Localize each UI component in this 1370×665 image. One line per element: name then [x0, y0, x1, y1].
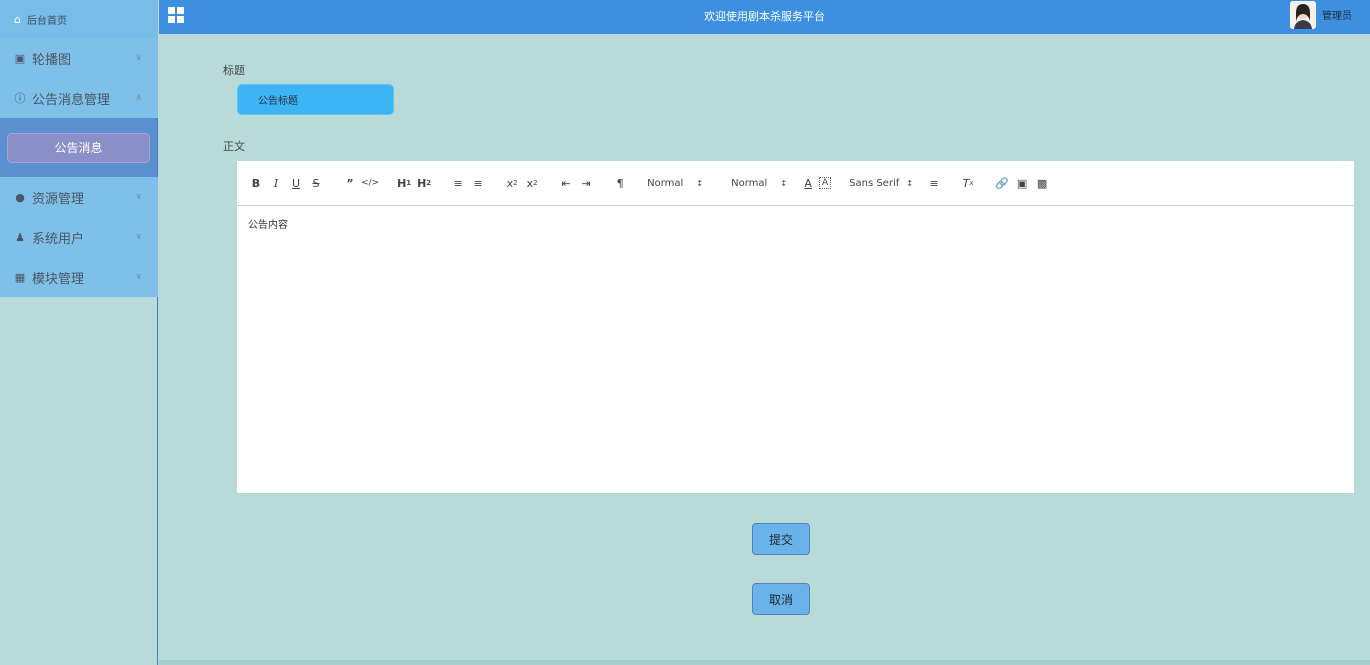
strikethrough-icon[interactable]: S [307, 174, 325, 192]
header-select-value: Normal [731, 177, 768, 189]
text-color-icon[interactable]: A [799, 174, 817, 192]
outdent-icon[interactable]: ⇤ [557, 174, 575, 192]
pin-icon: ● [15, 190, 25, 204]
sidebar-item-modules[interactable]: ▦ 模块管理 ∨ [0, 257, 158, 297]
size-select-value: Normal [647, 177, 684, 189]
image-icon: ▣ [14, 51, 26, 65]
grid-icon: ▦ [14, 270, 26, 284]
image-insert-icon[interactable]: ▣ [1013, 174, 1031, 192]
home-icon: ⌂ [14, 12, 21, 26]
underline-icon[interactable]: U [287, 174, 305, 192]
submenu: 公告消息 [0, 118, 157, 177]
sidebar-item-label: 系统用户 [32, 231, 85, 247]
sidebar-item-carousel[interactable]: ▣ 轮播图 ∨ [0, 38, 158, 78]
chevron-down-icon: ∨ [135, 272, 142, 282]
header-select[interactable]: Normal ↕ [725, 174, 793, 192]
title-label: 标题 [223, 64, 245, 77]
indent-icon[interactable]: ⇥ [577, 174, 595, 192]
user-icon: ♟ [15, 230, 25, 244]
font-select-value: Sans Serif [849, 177, 900, 189]
info-circle-icon: ⓘ [14, 92, 26, 105]
select-arrows-icon: ↕ [906, 178, 914, 188]
user-name[interactable]: 管理员 [1322, 0, 1352, 34]
sidebar-menu-lower: ● 资源管理 ∨ ♟ 系统用户 ∨ ▦ 模块管理 ∨ [0, 177, 158, 297]
italic-icon[interactable]: I [267, 174, 285, 192]
title-input[interactable] [237, 84, 394, 115]
bullet-list-icon[interactable]: ≡ [469, 174, 487, 192]
main-content: 标题 正文 B I U S ” </> H1 H2 ≡ ≡ x2 x2 ⇤ ⇥ … [165, 40, 1370, 660]
chevron-up-icon: ∧ [135, 93, 142, 103]
align-icon[interactable]: ≡ [925, 174, 943, 192]
page-title: 欢迎使用剧本杀服务平台 [704, 10, 825, 23]
sidebar-item-label: 轮播图 [32, 52, 72, 68]
sidebar-item-resources[interactable]: ● 资源管理 ∨ [0, 177, 158, 217]
header1-icon[interactable]: H1 [395, 174, 413, 192]
header2-icon[interactable]: H2 [415, 174, 433, 192]
sidebar-item-announcement-management[interactable]: ⓘ 公告消息管理 ∧ [0, 78, 158, 118]
editor-content[interactable]: 公告内容 [237, 206, 1354, 492]
text-direction-icon[interactable]: ¶ [611, 174, 629, 192]
select-arrows-icon: ↕ [780, 178, 788, 188]
font-select[interactable]: Sans Serif ↕ [843, 174, 919, 192]
submit-button[interactable]: 提交 [752, 523, 810, 555]
sidebar-item-label: 模块管理 [32, 271, 85, 287]
bold-icon[interactable]: B [247, 174, 265, 192]
sidebar-item-home[interactable]: ⌂ 后台首页 [0, 0, 158, 38]
chevron-down-icon: ∨ [135, 232, 142, 242]
editor-toolbar: B I U S ” </> H1 H2 ≡ ≡ x2 x2 ⇤ ⇥ ¶ Norm… [237, 161, 1354, 206]
background-color-icon[interactable]: A [819, 177, 832, 189]
chevron-down-icon: ∨ [135, 192, 142, 202]
code-icon[interactable]: </> [361, 174, 379, 192]
chevron-down-icon: ∨ [135, 53, 142, 63]
blockquote-icon[interactable]: ” [341, 174, 359, 192]
clear-format-icon[interactable]: Tx [959, 174, 977, 192]
sidebar-item-system-users[interactable]: ♟ 系统用户 ∨ [0, 217, 158, 257]
select-arrows-icon: ↕ [696, 178, 704, 188]
sidebar-item-label: 后台首页 [26, 15, 67, 27]
header: 欢迎使用剧本杀服务平台 管理员 [159, 0, 1370, 34]
sidebar-subitem-announcement[interactable]: 公告消息 [7, 132, 150, 163]
video-icon[interactable]: ▩ [1033, 174, 1051, 192]
sidebar-menu: ⌂ 后台首页 ▣ 轮播图 ∨ ⓘ 公告消息管理 ∧ [0, 0, 158, 118]
sidebar-item-label: 公告消息管理 [32, 92, 111, 108]
link-icon[interactable]: 🔗 [993, 174, 1011, 192]
sidebar: ⌂ 后台首页 ▣ 轮播图 ∨ ⓘ 公告消息管理 ∧ 公告消息 ● 资源管理 ∨ … [0, 0, 158, 665]
ordered-list-icon[interactable]: ≡ [449, 174, 467, 192]
bottom-strip [159, 660, 1370, 665]
rich-text-editor: B I U S ” </> H1 H2 ≡ ≡ x2 x2 ⇤ ⇥ ¶ Norm… [237, 161, 1354, 493]
cancel-button[interactable]: 取消 [752, 583, 810, 615]
sidebar-item-label: 资源管理 [32, 191, 85, 207]
superscript-icon[interactable]: x2 [523, 174, 541, 192]
subscript-icon[interactable]: x2 [503, 174, 521, 192]
size-select[interactable]: Normal ↕ [641, 174, 709, 192]
body-label: 正文 [223, 140, 245, 153]
avatar[interactable] [1290, 1, 1316, 29]
